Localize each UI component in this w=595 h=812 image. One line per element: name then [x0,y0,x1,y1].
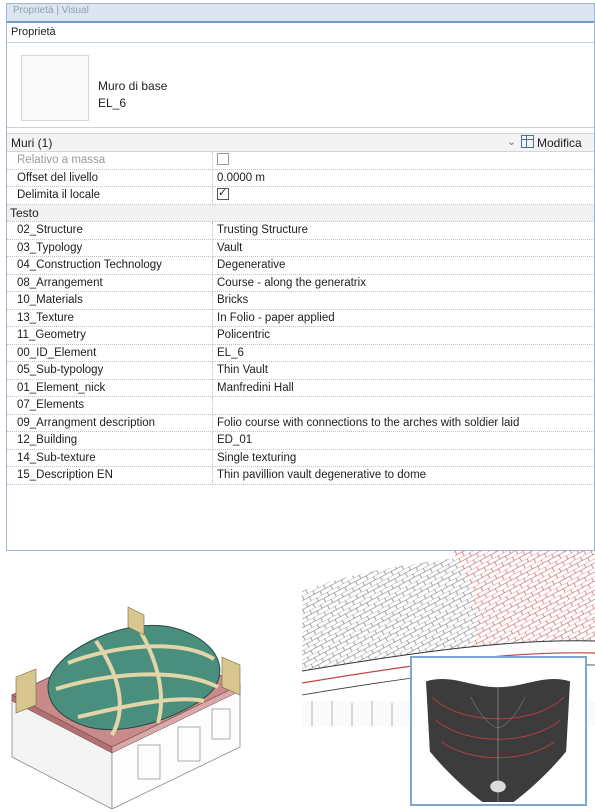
property-row: 03_Typology Vault [7,239,594,257]
property-value[interactable] [212,152,594,170]
property-value[interactable]: Thin pavillion vault degenerative to dom… [212,466,594,485]
property-value[interactable]: Manfredini Hall [212,379,594,397]
type-selector[interactable]: Muro di base EL_6 [7,44,594,128]
property-name: 09_Arrangment description [7,414,213,432]
property-row: 13_Texture In Folio - paper applied [7,309,594,327]
property-name: 02_Structure [7,221,213,240]
property-name: 13_Texture [7,309,213,327]
property-row: 15_Description EN Thin pavillion vault de… [7,466,594,485]
property-value[interactable]: EL_6 [212,344,594,362]
property-name: Offset del livello [7,169,213,187]
property-row: 12_Building ED_01 [7,431,594,450]
property-value-text: In Folio - paper applied [217,311,335,324]
property-row: 07_Elements [7,396,594,415]
property-name: 00_ID_Element [7,344,213,362]
property-value[interactable]: Vault [212,239,594,257]
group-header: Testo [7,204,594,222]
property-name: 15_Description EN [7,466,213,485]
property-name: 05_Sub-typology [7,361,213,380]
property-row: 05_Sub-typology Thin Vault [7,361,594,380]
property-value-text: Thin pavillion vault degenerative to dom… [217,469,427,482]
type-family: Muro di base [98,79,168,93]
property-row: 04_Construction Technology Degenerative [7,256,594,275]
property-row: 00_ID_Element EL_6 [7,344,594,362]
type-thumbnail [21,55,89,121]
property-value[interactable]: ED_01 [212,431,594,450]
property-row: Relativo a massa [7,152,594,170]
property-name: 10_Materials [7,291,213,310]
property-value-text: Trusting Structure [217,224,308,237]
property-value-text: Course - along the generatrix [217,276,366,289]
properties-panel: Proprietà | Visual Proprietà Muro di bas… [6,3,595,551]
type-name: EL_6 [98,96,127,110]
property-value[interactable]: Single texturing [212,449,594,467]
property-value-text: Vault [217,241,243,254]
property-name: 08_Arrangement [7,274,213,292]
property-value[interactable]: Bricks [212,291,594,310]
property-value-text: Degenerative [217,259,286,272]
property-name: 14_Sub-texture [7,449,213,467]
vault-survey-photo [410,656,587,806]
checkbox-icon[interactable] [217,153,229,166]
vault-3d-model [11,606,241,809]
properties-table: Relativo a massa Offset del livello 0.0000… [7,152,594,485]
property-row: 09_Arrangment description Folio course wi… [7,414,594,432]
property-name: 12_Building [7,431,213,450]
property-value[interactable]: Course - along the generatrix [212,274,594,292]
property-value[interactable] [212,186,594,205]
instance-filter-dropdown[interactable]: Muri (1) [11,136,52,150]
property-value[interactable]: Folio course with connections to the arc… [212,414,594,432]
property-row: 08_Arrangement Course - along the generat… [7,274,594,292]
property-name: 01_Element_nick [7,379,213,397]
property-value-text: Bricks [217,294,249,307]
instance-filter-row: Muri (1) ⌄ Modifica [7,133,594,152]
edit-type-button[interactable]: Modifica [521,135,582,150]
property-value[interactable]: 0.0000 m [212,169,594,187]
property-name: 04_Construction Technology [7,256,213,275]
property-row: Offset del livello 0.0000 m [7,169,594,187]
property-row: 14_Sub-texture Single texturing [7,449,594,467]
property-row: 11_Geometry Policentric [7,326,594,345]
property-name: Delimita il locale [7,186,213,205]
property-value-text: Folio course with connections to the arc… [217,416,520,429]
property-value[interactable]: Trusting Structure [212,221,594,240]
edit-type-label: Modifica [537,136,582,150]
property-row: Delimita il locale [7,186,594,205]
edit-type-icon [521,135,534,148]
chevron-down-icon[interactable]: ⌄ [507,135,516,148]
property-value[interactable] [212,396,594,415]
property-value-text: Thin Vault [217,364,268,377]
property-value[interactable]: Thin Vault [212,361,594,380]
property-row: 10_Materials Bricks [7,291,594,310]
property-value[interactable]: Policentric [212,326,594,345]
property-value[interactable]: Degenerative [212,256,594,275]
property-row: 01_Element_nick Manfredini Hall [7,379,594,397]
property-value-text: 0.0000 m [217,171,265,184]
property-name: 11_Geometry [7,326,213,345]
property-value[interactable]: In Folio - paper applied [212,309,594,327]
property-value-text: Policentric [217,329,271,342]
property-name: 03_Typology [7,239,213,257]
property-value-text: EL_6 [217,346,244,359]
checkbox-icon[interactable] [217,187,229,201]
property-value-text: Manfredini Hall [217,381,294,394]
property-name: Relativo a massa [7,152,213,170]
group-label[interactable]: Testo [7,204,594,222]
property-row: 02_Structure Trusting Structure [7,221,594,240]
property-value-text: ED_01 [217,434,253,447]
property-value-text: Single texturing [217,451,297,464]
top-strip: Proprietà | Visual [7,4,594,21]
panel-title: Proprietà [7,21,594,43]
property-name: 07_Elements [7,396,213,415]
